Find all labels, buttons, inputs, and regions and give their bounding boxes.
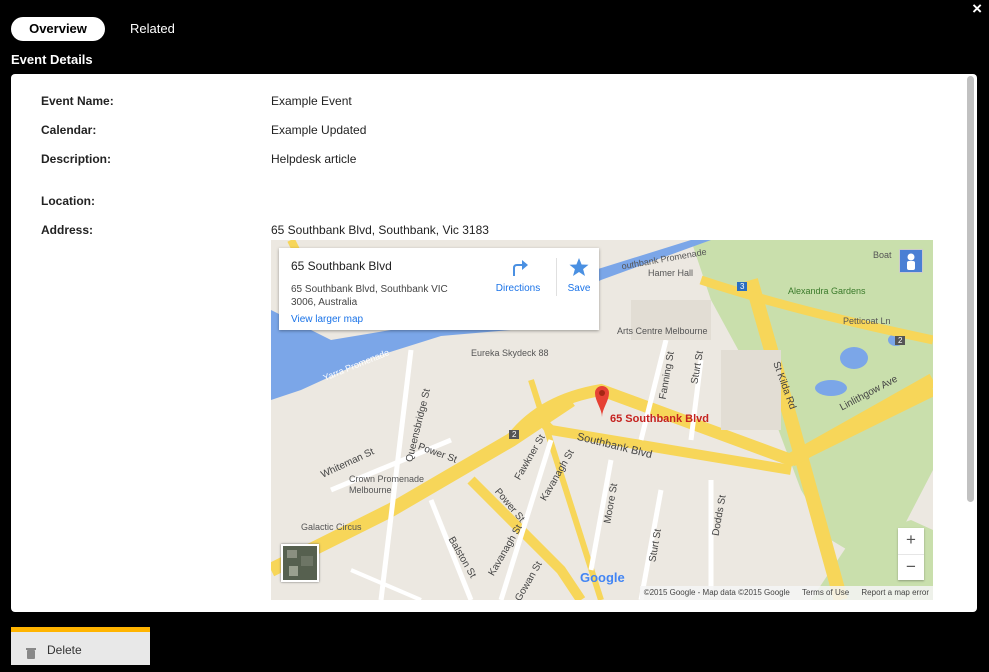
- place-boathouse: Boat: [873, 250, 892, 260]
- tab-overview[interactable]: Overview: [11, 17, 105, 41]
- tab-related[interactable]: Related: [130, 17, 175, 41]
- delete-label: Delete: [47, 643, 82, 657]
- description-label: Description:: [41, 152, 112, 166]
- satellite-toggle[interactable]: [281, 544, 319, 582]
- event-name-label: Event Name:: [41, 94, 114, 108]
- place-petticoat: Petticoat Ln: [843, 316, 891, 326]
- directions-label: Directions: [495, 283, 541, 294]
- place-hamer-hall: Hamer Hall: [648, 268, 694, 278]
- info-separator: [556, 258, 557, 296]
- trash-icon: [26, 648, 36, 659]
- terms-link[interactable]: Terms of Use: [802, 588, 849, 597]
- place-crown: Crown Promenade Melbourne: [349, 474, 425, 495]
- report-map-error-link[interactable]: Report a map error: [861, 588, 929, 597]
- calendar-value: Example Updated: [271, 123, 367, 137]
- section-title: Event Details: [11, 52, 93, 67]
- save-button[interactable]: Save: [559, 256, 599, 294]
- satellite-thumbnail-icon: [283, 546, 317, 580]
- calendar-label: Calendar:: [41, 123, 97, 137]
- route-shield-b: 3: [737, 282, 748, 291]
- map-pin-icon[interactable]: [594, 383, 610, 419]
- zoom-in-button[interactable]: +: [898, 528, 924, 555]
- close-icon[interactable]: ×: [972, 0, 982, 19]
- event-name-value: Example Event: [271, 94, 352, 108]
- event-details-panel: Event Name: Example Event Calendar: Exam…: [11, 74, 977, 612]
- route-shield-c: 2: [895, 336, 906, 345]
- place-arts-centre: Arts Centre Melbourne: [617, 326, 708, 336]
- address-value: 65 Southbank Blvd, Southbank, Vic 3183: [271, 223, 489, 237]
- map[interactable]: Hamer Hall Arts Centre Melbourne Eureka …: [271, 240, 933, 600]
- description-value: Helpdesk article: [271, 152, 357, 166]
- google-logo-text: Google: [580, 570, 625, 585]
- route-shield-a: 2: [509, 430, 520, 439]
- save-label: Save: [567, 283, 591, 294]
- directions-button[interactable]: Directions: [482, 256, 554, 294]
- directions-icon: [513, 260, 528, 276]
- location-label: Location:: [41, 194, 95, 208]
- address-label: Address:: [41, 223, 94, 237]
- place-info-card: 65 Southbank Blvd 65 Southbank Blvd, Sou…: [279, 248, 599, 330]
- zoom-out-button[interactable]: −: [898, 555, 924, 581]
- map-attribution: ©2015 Google - Map data ©2015 Google Ter…: [639, 586, 933, 600]
- star-icon: [569, 258, 589, 276]
- google-logo: Google: [580, 570, 625, 585]
- pin-label: 65 Southbank Blvd: [610, 413, 710, 425]
- scrollbar[interactable]: [967, 76, 974, 502]
- place-galactic: Galactic Circus: [301, 522, 362, 532]
- delete-button[interactable]: Delete: [11, 627, 150, 665]
- info-title: 65 Southbank Blvd: [291, 259, 392, 273]
- attribution-text: ©2015 Google - Map data ©2015 Google: [643, 588, 790, 597]
- zoom-control: + −: [898, 528, 924, 580]
- view-larger-map-link[interactable]: View larger map: [291, 314, 363, 325]
- pegman-icon[interactable]: [899, 249, 923, 273]
- info-address: 65 Southbank Blvd, Southbank VIC 3006, A…: [291, 284, 448, 308]
- place-alexandra: Alexandra Gardens: [788, 286, 866, 296]
- place-eureka: Eureka Skydeck 88: [471, 348, 549, 358]
